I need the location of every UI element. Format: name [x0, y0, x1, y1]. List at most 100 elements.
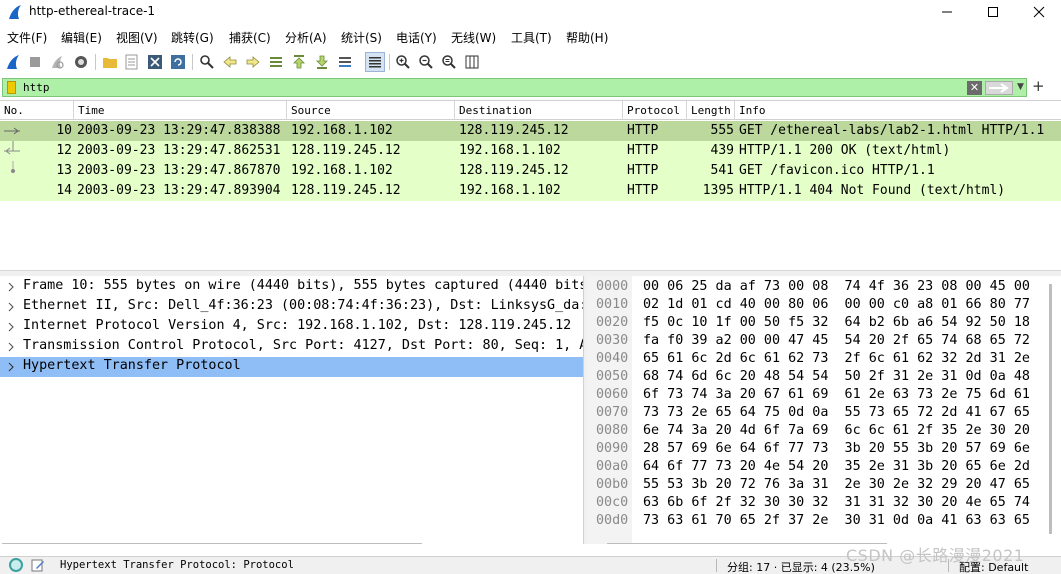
hex-offset: 0090 [596, 441, 629, 456]
details-horizontal-scrollbar[interactable] [2, 543, 422, 544]
hex-bytes[interactable]: 6f 73 74 3a 20 67 61 69 61 2e 63 73 2e 7… [643, 387, 1030, 402]
zoom-out-icon[interactable] [416, 52, 436, 72]
hex-bytes[interactable]: fa f0 39 a2 00 00 47 45 54 20 2f 65 74 6… [643, 333, 1030, 348]
hex-row[interactable]: 0060 6f 73 74 3a 20 67 61 69 61 2e 63 73 … [587, 387, 1047, 405]
packet-length: 439 [710, 143, 734, 158]
hex-row[interactable]: 00c0 63 6b 6f 2f 32 30 30 32 31 31 32 30 … [587, 495, 1047, 513]
column-protocol[interactable]: Protocol [623, 101, 687, 120]
stop-icon[interactable] [25, 52, 45, 72]
hex-row[interactable]: 0080 6e 74 3a 20 4d 6f 7a 69 6c 6c 61 2f … [587, 423, 1047, 441]
hex-bytes[interactable]: 28 57 69 6e 64 6f 77 73 3b 20 55 3b 20 5… [643, 441, 1030, 456]
first-packet-icon[interactable] [289, 52, 309, 72]
filter-text[interactable]: http [23, 81, 50, 94]
hex-bytes[interactable]: f5 0c 10 1f 00 50 f5 32 64 b2 6b a6 54 9… [643, 315, 1030, 330]
hex-bytes[interactable]: 73 63 61 70 65 2f 37 2e 30 31 0d 0a 41 6… [643, 513, 1030, 528]
zoom-in-icon[interactable] [393, 52, 413, 72]
menu-analyze[interactable]: 分析(A) [285, 29, 327, 46]
hex-row[interactable]: 0020 f5 0c 10 1f 00 50 f5 32 64 b2 6b a6 … [587, 315, 1047, 333]
column-info[interactable]: Info [735, 101, 1061, 120]
shark-start-icon[interactable] [3, 52, 23, 72]
bookmark-icon[interactable] [7, 81, 16, 94]
main-toolbar [0, 50, 1061, 74]
display-filter-input[interactable]: http ✕ ▼ [2, 78, 1027, 97]
tree-item-ipv4[interactable]: Internet Protocol Version 4, Src: 192.16… [0, 317, 583, 337]
tree-item-label: Ethernet II, Src: Dell_4f:36:23 (00:08:7… [23, 298, 583, 313]
options-icon[interactable] [71, 52, 91, 72]
chevron-down-icon[interactable]: ▼ [1017, 82, 1024, 92]
maximize-button[interactable] [970, 0, 1016, 24]
hex-bytes[interactable]: 64 6f 77 73 20 4e 54 20 35 2e 31 3b 20 6… [643, 459, 1030, 474]
tree-item-tcp[interactable]: Transmission Control Protocol, Src Port:… [0, 337, 583, 357]
find-icon[interactable] [197, 52, 217, 72]
chevron-right-icon[interactable] [6, 302, 16, 312]
menu-telephony[interactable]: 电话(Y) [396, 29, 437, 46]
hex-bytes[interactable]: 6e 74 3a 20 4d 6f 7a 69 6c 6c 61 2f 35 2… [643, 423, 1030, 438]
goto-packet-icon[interactable] [266, 52, 286, 72]
hex-bytes[interactable]: 55 53 3b 20 72 76 3a 31 2e 30 2e 32 29 2… [643, 477, 1030, 492]
menu-statistics[interactable]: 统计(S) [341, 29, 382, 46]
packet-row[interactable]: 12 2003-09-23 13:29:47.862531 128.119.24… [0, 141, 1061, 161]
bytes-horizontal-scrollbar[interactable] [607, 543, 887, 544]
menu-wireless[interactable]: 无线(W) [451, 29, 496, 46]
chevron-right-icon[interactable] [6, 282, 16, 292]
bytes-vertical-scrollbar[interactable] [1049, 284, 1052, 534]
hex-bytes[interactable]: 65 61 6c 2d 6c 61 62 73 2f 6c 61 62 32 2… [643, 351, 1030, 366]
resize-columns-icon[interactable] [462, 52, 482, 72]
save-file-icon[interactable] [122, 52, 142, 72]
close-button[interactable] [1016, 0, 1061, 24]
menu-view[interactable]: 视图(V) [116, 29, 158, 46]
column-time[interactable]: Time [74, 101, 287, 120]
tree-item-http[interactable]: Hypertext Transfer Protocol [0, 357, 583, 377]
menu-help[interactable]: 帮助(H) [566, 29, 608, 46]
menu-go[interactable]: 跳转(G) [171, 29, 214, 46]
normal-size-icon[interactable] [439, 52, 459, 72]
tree-item-ethernet[interactable]: Ethernet II, Src: Dell_4f:36:23 (00:08:7… [0, 297, 583, 317]
hex-bytes[interactable]: 73 73 2e 65 64 75 0d 0a 55 73 65 72 2d 4… [643, 405, 1030, 420]
hex-row[interactable]: 0000 00 06 25 da af 73 00 08 74 4f 36 23 … [587, 279, 1047, 297]
hex-row[interactable]: 0050 68 74 6d 6c 20 48 54 54 50 2f 31 2e … [587, 369, 1047, 387]
restart-icon[interactable] [47, 52, 67, 72]
hex-row[interactable]: 00d0 73 63 61 70 65 2f 37 2e 30 31 0d 0a … [587, 513, 1047, 531]
hex-row[interactable]: 00b0 55 53 3b 20 72 76 3a 31 2e 30 2e 32 … [587, 477, 1047, 495]
last-packet-icon[interactable] [312, 52, 332, 72]
request-arrow-icon [4, 127, 20, 135]
colorize-icon[interactable] [365, 52, 385, 72]
chevron-right-icon[interactable] [6, 322, 16, 332]
column-destination[interactable]: Destination [455, 101, 623, 120]
packet-row[interactable]: 10 2003-09-23 13:29:47.838388 192.168.1.… [0, 121, 1061, 141]
expert-info-icon[interactable] [9, 558, 23, 572]
apply-filter-icon[interactable] [985, 81, 1013, 95]
close-file-icon[interactable] [145, 52, 165, 72]
tree-item-frame[interactable]: Frame 10: 555 bytes on wire (4440 bits),… [0, 277, 583, 297]
column-no[interactable]: No. [0, 101, 74, 120]
reload-icon[interactable] [168, 52, 188, 72]
autoscroll-icon[interactable] [335, 52, 355, 72]
clear-filter-icon[interactable]: ✕ [967, 81, 982, 95]
hex-bytes[interactable]: 68 74 6d 6c 20 48 54 54 50 2f 31 2e 31 0… [643, 369, 1030, 384]
hex-row[interactable]: 0010 02 1d 01 cd 40 00 80 06 00 00 c0 a8 … [587, 297, 1047, 315]
minimize-button[interactable] [924, 0, 970, 24]
chevron-right-icon[interactable] [6, 342, 16, 352]
hex-bytes[interactable]: 02 1d 01 cd 40 00 80 06 00 00 c0 a8 01 6… [643, 297, 1030, 312]
hex-row[interactable]: 00a0 64 6f 77 73 20 4e 54 20 35 2e 31 3b … [587, 459, 1047, 477]
hex-bytes[interactable]: 63 6b 6f 2f 32 30 30 32 31 31 32 30 20 4… [643, 495, 1030, 510]
forward-icon[interactable] [243, 52, 263, 72]
hex-row[interactable]: 0030 fa f0 39 a2 00 00 47 45 54 20 2f 65 … [587, 333, 1047, 351]
menu-edit[interactable]: 编辑(E) [61, 29, 102, 46]
hex-row[interactable]: 0070 73 73 2e 65 64 75 0d 0a 55 73 65 72 … [587, 405, 1047, 423]
column-length[interactable]: Length [687, 101, 735, 120]
hex-row[interactable]: 0090 28 57 69 6e 64 6f 77 73 3b 20 55 3b … [587, 441, 1047, 459]
menu-file[interactable]: 文件(F) [7, 29, 47, 46]
chevron-right-icon[interactable] [6, 362, 16, 372]
menu-capture[interactable]: 捕获(C) [229, 29, 271, 46]
open-file-icon[interactable] [100, 52, 120, 72]
column-source[interactable]: Source [287, 101, 455, 120]
add-filter-button[interactable]: + [1032, 77, 1045, 95]
packet-row[interactable]: 14 2003-09-23 13:29:47.893904 128.119.24… [0, 181, 1061, 201]
hex-row[interactable]: 0040 65 61 6c 2d 6c 61 62 73 2f 6c 61 62 … [587, 351, 1047, 369]
back-icon[interactable] [220, 52, 240, 72]
hex-bytes[interactable]: 00 06 25 da af 73 00 08 74 4f 36 23 08 0… [643, 279, 1030, 294]
menu-tools[interactable]: 工具(T) [511, 29, 552, 46]
packet-row[interactable]: 13 2003-09-23 13:29:47.867870 192.168.1.… [0, 161, 1061, 181]
edit-comment-icon[interactable] [31, 558, 45, 574]
